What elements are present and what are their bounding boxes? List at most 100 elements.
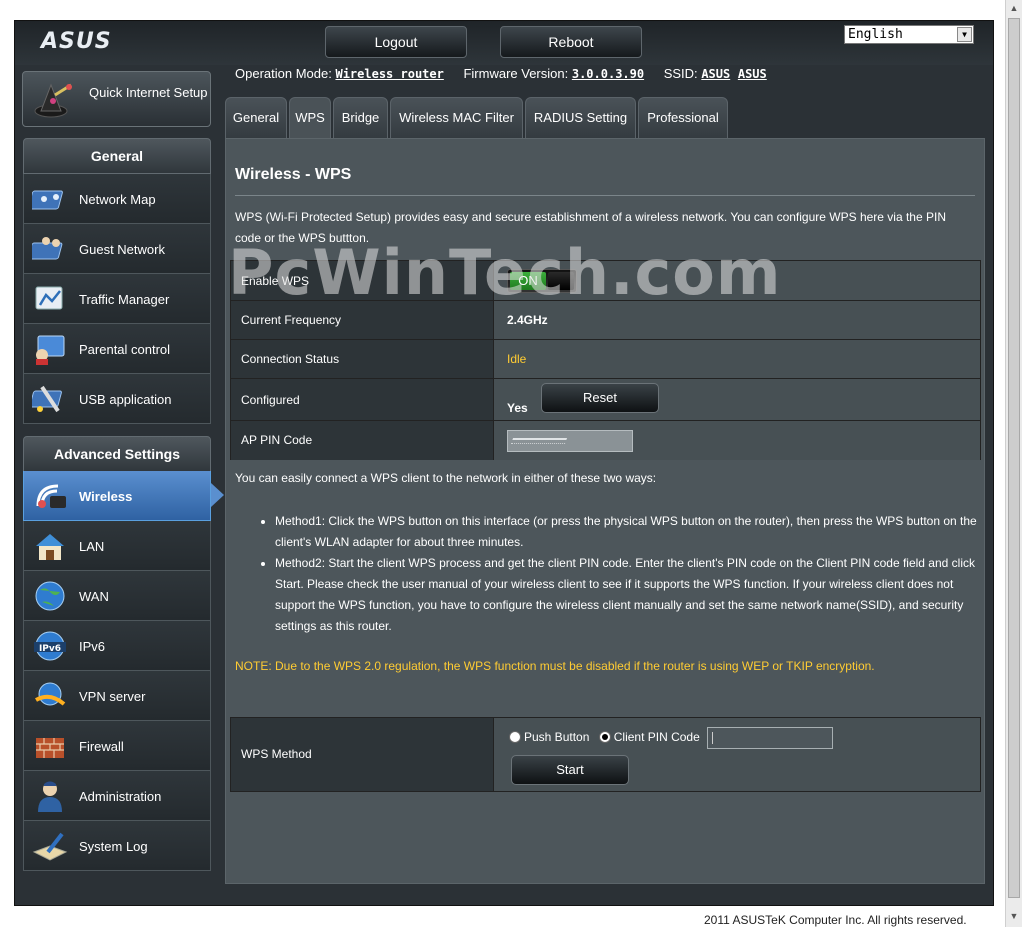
- enable-wps-cell: ON: [495, 261, 980, 300]
- administration-icon: [38, 781, 62, 812]
- push-button-radio[interactable]: [509, 731, 521, 744]
- wps-note: NOTE: Due to the WPS 2.0 regulation, the…: [235, 659, 875, 673]
- language-value: English: [848, 27, 903, 42]
- usb-application-icon: [32, 385, 62, 413]
- globe-icon: [35, 581, 65, 611]
- lan-icon: [36, 534, 64, 560]
- tab-bridge[interactable]: Bridge: [333, 97, 388, 139]
- sidebar-item-usb-application[interactable]: USB application: [23, 374, 211, 424]
- sidebar-item-wireless[interactable]: Wireless: [23, 471, 224, 521]
- connection-label: Connection Status: [231, 340, 494, 378]
- sidebar-item-parental-control[interactable]: Parental control: [23, 324, 211, 374]
- tab-wps[interactable]: WPS: [289, 97, 331, 140]
- client-pin-radio[interactable]: [598, 731, 611, 744]
- page-title: Wireless - WPS: [235, 166, 352, 183]
- page-scrollbar[interactable]: ▲ ▼: [1005, 0, 1022, 927]
- advanced-section-title: Advanced Settings: [23, 436, 211, 472]
- toggle-knob: [548, 272, 574, 290]
- method1-item: Method1: Click the WPS button on this in…: [275, 511, 980, 553]
- router-ui: ASUS Logout Reboot English ▼ Operation M…: [14, 20, 994, 906]
- quick-setup-label: Quick Internet Setup: [89, 85, 208, 100]
- logout-button[interactable]: Logout: [325, 26, 467, 58]
- advanced-menu: Wireless LAN WAN IPv6 IPv6 VPN server Fi…: [23, 471, 224, 871]
- reset-button[interactable]: Reset: [541, 383, 659, 413]
- sidebar-item-guest-network[interactable]: Guest Network: [23, 224, 211, 274]
- ap-pin-label: AP PIN Code: [231, 421, 494, 460]
- quick-internet-setup-button[interactable]: Quick Internet Setup: [22, 71, 211, 127]
- tab-general[interactable]: General: [225, 97, 287, 139]
- tab-radius-setting[interactable]: RADIUS Setting: [525, 97, 636, 139]
- sidebar-item-label: Guest Network: [79, 242, 165, 257]
- sidebar-item-wan[interactable]: WAN: [23, 571, 211, 621]
- howto-text: You can easily connect a WPS client to t…: [235, 471, 657, 485]
- firmware-link[interactable]: 3.0.0.3.90: [572, 67, 644, 81]
- wps-methods-list: Method1: Click the WPS button on this in…: [275, 511, 980, 637]
- sidebar-item-label: Firewall: [79, 739, 124, 754]
- ssid-link-2[interactable]: ASUS: [738, 67, 767, 81]
- frequency-label: Current Frequency: [231, 301, 494, 339]
- frequency-value: 2.4GHz: [507, 313, 548, 327]
- wizard-hat-icon: [34, 83, 72, 118]
- scroll-up-icon[interactable]: ▲: [1009, 3, 1019, 15]
- sidebar-item-label: Network Map: [79, 192, 156, 207]
- configured-row: Configured Yes Reset: [231, 379, 980, 421]
- wps-panel: Wireless - WPS WPS (Wi-Fi Protected Setu…: [225, 138, 985, 884]
- sidebar-item-ipv6[interactable]: IPv6 IPv6: [23, 621, 211, 671]
- ap-pin-code-image: [507, 430, 633, 452]
- wps-method-row: WPS Method Push Button Client PIN Code S…: [231, 718, 980, 791]
- sidebar-item-vpn-server[interactable]: VPN server: [23, 671, 211, 721]
- traffic-manager-icon: [35, 286, 63, 310]
- ipv6-icon: IPv6: [34, 631, 66, 661]
- sidebar-item-firewall[interactable]: Firewall: [23, 721, 211, 771]
- op-mode-link[interactable]: Wireless router: [335, 67, 443, 81]
- sidebar-item-label: USB application: [79, 392, 172, 407]
- frequency-row: Current Frequency 2.4GHz: [231, 301, 980, 340]
- wps-description: WPS (Wi-Fi Protected Setup) provides eas…: [235, 210, 946, 245]
- svg-text:IPv6: IPv6: [39, 644, 61, 654]
- enable-wps-row: Enable WPS ON: [231, 261, 980, 301]
- active-pointer-icon: [211, 483, 224, 507]
- enable-wps-toggle[interactable]: ON: [507, 269, 577, 293]
- client-pin-input[interactable]: [707, 727, 834, 749]
- tab-wireless-mac-filter[interactable]: Wireless MAC Filter: [390, 97, 523, 139]
- tab-professional[interactable]: Professional: [638, 97, 728, 139]
- vpn-server-icon: [35, 682, 66, 706]
- title-divider: [235, 195, 975, 196]
- configured-cell: Yes Reset: [495, 379, 980, 420]
- method2-item: Method2: Start the client WPS process an…: [275, 553, 980, 637]
- ap-pin-row: AP PIN Code: [231, 421, 980, 460]
- sidebar-item-administration[interactable]: Administration: [23, 771, 211, 821]
- connection-status-value: Idle: [507, 352, 527, 366]
- language-select[interactable]: English ▼: [844, 25, 974, 44]
- wireless-icon: [36, 484, 66, 508]
- sidebar-item-label: IPv6: [79, 639, 106, 654]
- firewall-icon: [36, 738, 64, 758]
- asus-logo: ASUS: [41, 29, 112, 54]
- configured-label: Configured: [231, 379, 494, 420]
- wps-method-table: WPS Method Push Button Client PIN Code S…: [230, 717, 981, 792]
- sidebar-item-lan[interactable]: LAN: [23, 521, 211, 571]
- enable-wps-label: Enable WPS: [231, 261, 494, 300]
- connection-row: Connection Status Idle: [231, 340, 980, 379]
- start-button[interactable]: Start: [511, 755, 629, 785]
- wps-method-label: WPS Method: [231, 718, 494, 791]
- copyright-footer: 2011 ASUSTeK Computer Inc. All rights re…: [704, 913, 967, 927]
- scroll-down-icon[interactable]: ▼: [1009, 911, 1019, 923]
- sidebar-item-label: VPN server: [79, 689, 146, 704]
- guest-network-icon: [32, 237, 63, 260]
- reboot-button[interactable]: Reboot: [500, 26, 642, 58]
- chevron-down-icon[interactable]: ▼: [957, 27, 972, 42]
- scrollbar-thumb[interactable]: [1008, 18, 1020, 898]
- sidebar-item-network-map[interactable]: Network Map: [23, 174, 211, 224]
- ssid-label: SSID:: [663, 66, 698, 81]
- sidebar-item-traffic-manager[interactable]: Traffic Manager: [23, 274, 211, 324]
- sidebar-item-label: Traffic Manager: [79, 292, 170, 307]
- general-menu: Network Map Guest Network Traffic Manage…: [23, 174, 211, 424]
- push-button-label: Push Button: [524, 730, 590, 745]
- sidebar-item-system-log[interactable]: System Log: [23, 821, 211, 871]
- ssid-link-1[interactable]: ASUS: [701, 67, 730, 81]
- wps-settings-table: Enable WPS ON Current Frequency 2.4GHz C…: [230, 260, 981, 460]
- client-pin-label: Client PIN Code: [613, 730, 700, 745]
- sidebar-item-label: Administration: [79, 789, 162, 804]
- toggle-on-label: ON: [510, 272, 546, 290]
